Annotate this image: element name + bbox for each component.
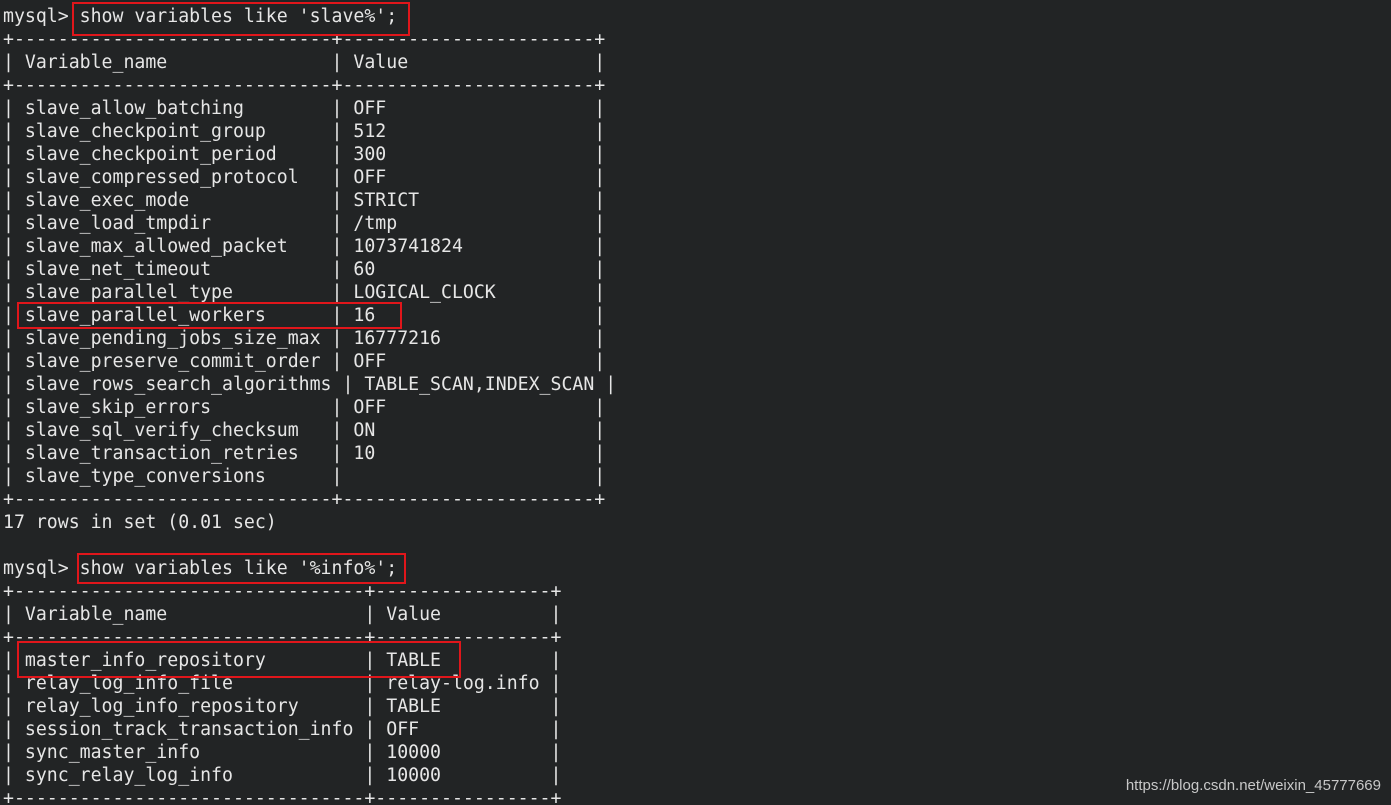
- table-row: | sync_relay_log_info | 10000 |: [3, 765, 562, 786]
- table-row: | slave_compressed_protocol | OFF |: [3, 167, 606, 188]
- table-row: | slave_type_conversions | |: [3, 466, 606, 487]
- table-row: | slave_skip_errors | OFF |: [3, 397, 606, 418]
- table-header-separator: +-----------------------------+---------…: [3, 75, 606, 96]
- table-row: | session_track_transaction_info | OFF |: [3, 719, 562, 740]
- table-row: | slave_preserve_commit_order | OFF |: [3, 351, 606, 372]
- table-row: | slave_checkpoint_group | 512 |: [3, 121, 606, 142]
- prompt-line-slave-query: mysql> show variables like 'slave%';: [3, 6, 398, 27]
- table-row: | relay_log_info_repository | TABLE |: [3, 696, 562, 717]
- table-row: | sync_master_info | 10000 |: [3, 742, 562, 763]
- table-header-separator: +--------------------------------+------…: [3, 627, 562, 648]
- table-row: | slave_max_allowed_packet | 1073741824 …: [3, 236, 606, 257]
- table-row: | slave_load_tmpdir | /tmp |: [3, 213, 606, 234]
- table-border-bottom: +-----------------------------+---------…: [3, 489, 606, 510]
- table-row: | relay_log_info_file | relay-log.info |: [3, 673, 562, 694]
- table-row: | slave_parallel_workers | 16 |: [3, 305, 606, 326]
- table-row: | slave_transaction_retries | 10 |: [3, 443, 606, 464]
- prompt-line-info-query: mysql> show variables like '%info%';: [3, 558, 398, 579]
- watermark: https://blog.csdn.net/weixin_45777669: [1125, 777, 1381, 794]
- result-summary: 17 rows in set (0.01 sec): [3, 512, 277, 533]
- table-row: | slave_rows_search_algorithms | TABLE_S…: [3, 374, 617, 395]
- table-row: | slave_parallel_type | LOGICAL_CLOCK |: [3, 282, 606, 303]
- table-row: | slave_pending_jobs_size_max | 16777216…: [3, 328, 606, 349]
- table-row: | master_info_repository | TABLE |: [3, 650, 562, 671]
- table-border-top: +--------------------------------+------…: [3, 581, 562, 602]
- table-border-bottom: +--------------------------------+------…: [3, 788, 562, 805]
- table-border-top: +-----------------------------+---------…: [3, 29, 606, 50]
- terminal-window[interactable]: mysql> show variables like 'slave%'; +--…: [0, 0, 1391, 805]
- table-row: | slave_exec_mode | STRICT |: [3, 190, 606, 211]
- table-row: | slave_sql_verify_checksum | ON |: [3, 420, 606, 441]
- table-row: | slave_allow_batching | OFF |: [3, 98, 606, 119]
- table-row: | slave_checkpoint_period | 300 |: [3, 144, 606, 165]
- table-header-row: | Variable_name | Value |: [3, 604, 562, 625]
- table-header-row: | Variable_name | Value |: [3, 52, 606, 73]
- table-row: | slave_net_timeout | 60 |: [3, 259, 606, 280]
